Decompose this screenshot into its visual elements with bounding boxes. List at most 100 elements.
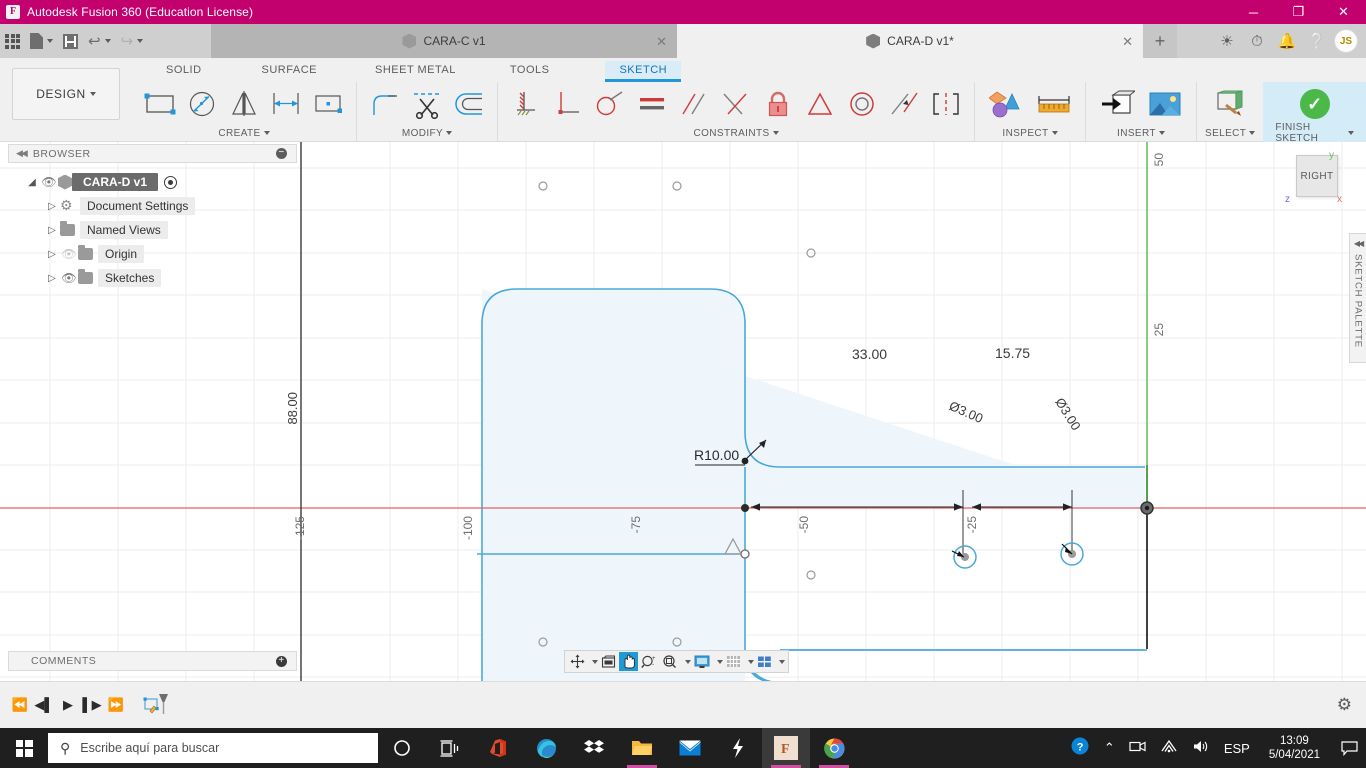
chevron-down-icon[interactable] — [772, 131, 779, 135]
minus-circle-icon[interactable]: − — [276, 148, 287, 159]
new-document-button[interactable] — [25, 24, 58, 58]
sketch-endpoint[interactable] — [740, 549, 750, 559]
language-indicator[interactable]: ESP — [1217, 741, 1257, 756]
grid-snaps-icon[interactable] — [724, 652, 743, 671]
office-button[interactable] — [474, 728, 522, 768]
data-panel-button[interactable] — [0, 24, 25, 58]
recent-icon[interactable]: ⏱ — [1244, 28, 1270, 54]
display-settings-icon[interactable] — [692, 652, 712, 671]
tree-row-document-settings[interactable]: ▷ ⚙ Document Settings — [8, 194, 297, 218]
timeline-go-to-beginning[interactable]: ⏪ — [8, 692, 32, 718]
tree-item-label[interactable]: CARA-D v1 — [72, 173, 159, 191]
fix-constraint-tool[interactable] — [506, 84, 546, 124]
file-explorer-button[interactable] — [618, 728, 666, 768]
tab-close-icon[interactable]: ✕ — [1122, 34, 1133, 50]
wifi-icon[interactable] — [1153, 739, 1185, 757]
chevron-down-icon[interactable] — [263, 131, 270, 135]
tree-row-named-views[interactable]: ▷ Named Views — [8, 218, 297, 242]
chevron-down-icon[interactable] — [717, 659, 723, 664]
radius-dimension-text[interactable]: R10.00 — [694, 447, 739, 463]
zoom-window-icon[interactable] — [660, 652, 680, 671]
measure-tool[interactable] — [1031, 84, 1077, 124]
tree-row-sketches[interactable]: ▷ 👁 Sketches — [8, 266, 297, 290]
maximize-button[interactable]: ❐ — [1276, 0, 1321, 24]
insert-canvas-tool[interactable] — [1142, 84, 1188, 124]
viewports-icon[interactable] — [755, 652, 774, 671]
expand-arrow-icon[interactable]: ▷ — [44, 201, 60, 212]
expand-arrow-icon[interactable]: ▷ — [44, 273, 60, 284]
minimize-button[interactable]: ─ — [1231, 0, 1276, 24]
task-view-button[interactable] — [426, 728, 474, 768]
chevron-down-icon[interactable] — [748, 659, 754, 664]
horizontal-vertical-constraint-tool[interactable] — [716, 84, 756, 124]
show-hidden-icons-chevron[interactable]: ⌃ — [1097, 740, 1122, 756]
chevron-down-icon[interactable] — [1348, 131, 1354, 135]
job-status-icon[interactable]: ☀ — [1214, 28, 1240, 54]
pan-icon[interactable] — [619, 652, 638, 671]
edge-button[interactable] — [522, 728, 570, 768]
collinear-constraint-tool[interactable] — [884, 84, 924, 124]
camera-icon[interactable] — [1122, 739, 1153, 757]
workspace-switcher-button[interactable]: DESIGN — [12, 68, 120, 120]
document-tab-cara-c[interactable]: CARA-C v1 ✕ — [211, 24, 677, 58]
tree-row-origin[interactable]: ▷ 👁 Origin — [8, 242, 297, 266]
vertical-dimension-88-text[interactable]: 88.00 — [285, 392, 300, 425]
timeline-go-to-end[interactable]: ⏩ — [104, 692, 128, 718]
chrome-button[interactable] — [810, 728, 858, 768]
rectangular-pattern-tool[interactable] — [308, 84, 348, 124]
expand-arrow-icon[interactable]: ▷ — [44, 249, 60, 260]
tab-solid[interactable]: SOLID — [152, 61, 216, 80]
close-button[interactable]: ✕ — [1321, 0, 1366, 24]
shareit-button[interactable] — [714, 728, 762, 768]
mail-button[interactable] — [666, 728, 714, 768]
tab-tools[interactable]: TOOLS — [496, 61, 564, 80]
chevron-down-icon[interactable] — [1249, 131, 1256, 135]
tree-item-label[interactable]: Named Views — [80, 221, 168, 239]
collapse-right-icon[interactable]: ◀◀ — [1354, 239, 1364, 248]
chevron-down-icon[interactable] — [1051, 131, 1058, 135]
chevron-down-icon[interactable] — [446, 131, 453, 135]
redo-button[interactable]: ↪ — [116, 24, 149, 58]
zoom-icon[interactable]: + - — [639, 652, 659, 671]
add-comment-icon[interactable]: + — [276, 655, 287, 667]
timeline-step-forward[interactable]: ▌▶ — [80, 692, 104, 718]
expand-arrow-icon[interactable]: ◢ — [24, 177, 40, 188]
comments-panel[interactable]: COMMENTS + — [8, 651, 297, 671]
concentric-constraint-tool[interactable] — [842, 84, 882, 124]
help-icon[interactable]: ❔ — [1304, 28, 1330, 54]
tangent-constraint-tool[interactable] — [590, 84, 630, 124]
midpoint-constraint-tool[interactable] — [800, 84, 840, 124]
tab-surface[interactable]: SURFACE — [248, 61, 331, 80]
tree-item-label[interactable]: Origin — [98, 245, 145, 263]
tree-item-label[interactable]: Sketches — [98, 269, 162, 287]
taskbar-clock[interactable]: 13:09 5/04/2021 — [1257, 734, 1332, 762]
equal-constraint-tool[interactable] — [632, 84, 672, 124]
finish-sketch-panel[interactable]: ✓ FINISH SKETCH — [1263, 82, 1366, 144]
visibility-off-icon[interactable]: 👁 — [60, 247, 78, 261]
timeline-sketch-feature-node[interactable] — [142, 692, 168, 718]
windows-start-button[interactable] — [0, 728, 48, 768]
notifications-icon[interactable]: 🔔 — [1274, 28, 1300, 54]
volume-icon[interactable] — [1185, 739, 1217, 757]
linear-dimension-15-75-text[interactable]: 15.75 — [995, 345, 1030, 361]
chevron-down-icon[interactable] — [1158, 131, 1165, 135]
tab-close-icon[interactable]: ✕ — [656, 34, 667, 50]
view-cube[interactable]: RIGHT — [1296, 155, 1338, 197]
tree-row-root[interactable]: ◢ 👁 CARA-D v1 — [8, 170, 297, 194]
save-button[interactable] — [58, 24, 83, 58]
cortana-button[interactable] — [378, 728, 426, 768]
insert-derive-tool[interactable] — [1094, 84, 1140, 124]
undo-button[interactable]: ↩ — [83, 24, 116, 58]
document-tab-cara-d[interactable]: CARA-D v1* ✕ — [677, 24, 1143, 58]
chevron-down-icon[interactable] — [779, 659, 785, 664]
expand-arrow-icon[interactable]: ▷ — [44, 225, 60, 236]
finish-sketch-icon[interactable]: ✓ — [1299, 89, 1330, 119]
rectangle-tool[interactable] — [140, 84, 180, 124]
chevron-down-icon[interactable] — [685, 659, 691, 664]
hole-circles[interactable] — [951, 542, 1084, 569]
support-assistant-icon[interactable]: ? — [1064, 737, 1097, 759]
chevron-down-icon[interactable] — [592, 659, 598, 664]
activate-component-radio[interactable] — [164, 175, 178, 189]
visibility-eye-icon[interactable]: 👁 — [60, 271, 78, 285]
perpendicular-constraint-tool[interactable] — [548, 84, 588, 124]
